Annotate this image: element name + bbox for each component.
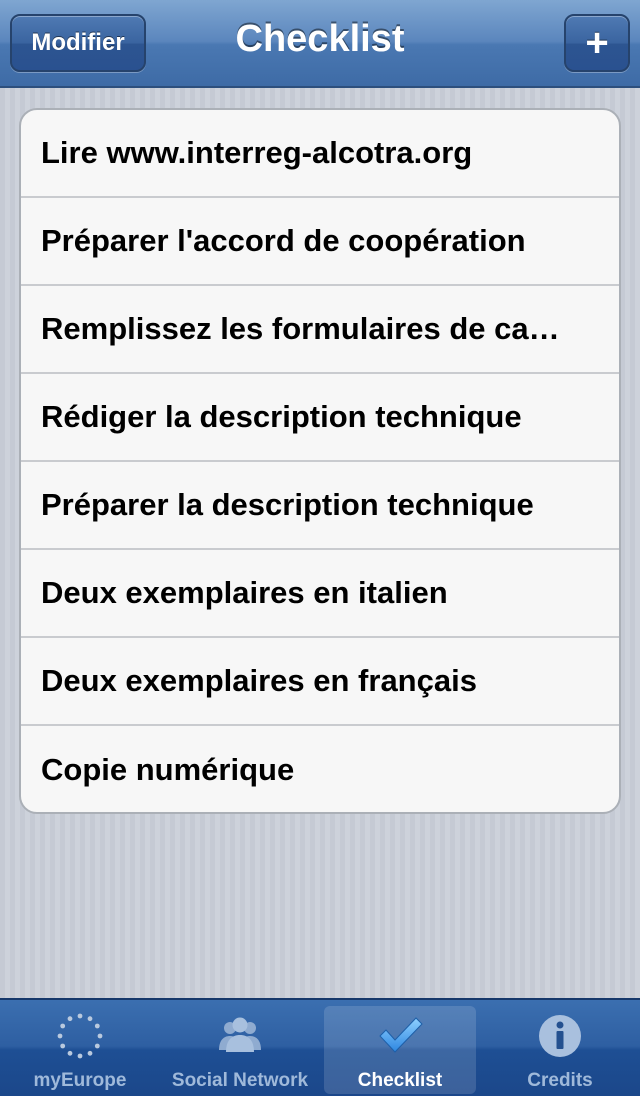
list-item[interactable]: Remplissez les formulaires de candidatur… <box>21 286 619 374</box>
tab-checklist[interactable]: Checklist <box>324 1006 476 1094</box>
list-item-label: Deux exemplaires en français <box>41 663 477 698</box>
tab-label: Checklist <box>357 1070 443 1091</box>
list-item[interactable]: Préparer l'accord de coopération <box>21 198 619 286</box>
people-icon <box>219 1017 261 1052</box>
checkmark-icon <box>379 1017 423 1053</box>
list-item-label: Copie numérique <box>41 752 295 787</box>
list-item[interactable]: Lire www.interreg-alcotra.org <box>21 110 619 198</box>
list-item-label: Rédiger la description technique <box>41 399 522 434</box>
eu-stars-icon <box>57 1013 103 1059</box>
list-item[interactable]: Copie numérique <box>21 726 619 812</box>
tab-credits[interactable]: Credits <box>484 1006 636 1094</box>
tab-social-network[interactable]: Social Network <box>164 1006 316 1094</box>
list-item-label: Remplissez les formulaires de candidatur… <box>41 311 561 346</box>
tab-label: Social Network <box>171 1070 309 1091</box>
list-item[interactable]: Deux exemplaires en italien <box>21 550 619 638</box>
list-item[interactable]: Préparer la description technique <box>21 462 619 550</box>
tab-myeurope[interactable]: myEurope <box>4 1006 156 1094</box>
list-item[interactable]: Deux exemplaires en français <box>21 638 619 726</box>
list-item[interactable]: Rédiger la description technique <box>21 374 619 462</box>
list-item-label: Préparer la description technique <box>41 487 534 522</box>
navigation-bar: Modifier Checklist + <box>0 0 640 88</box>
tab-bar: myEurope Social Network Checklist Credit… <box>0 998 640 1096</box>
list-item-label: Préparer l'accord de coopération <box>41 223 526 258</box>
tab-label: myEurope <box>33 1070 127 1091</box>
list-item-label: Deux exemplaires en italien <box>41 575 448 610</box>
add-button[interactable]: + <box>564 14 630 72</box>
page-title: Checklist <box>235 18 405 60</box>
plus-icon: + <box>585 21 609 65</box>
checklist-table: Lire www.interreg-alcotra.org Préparer l… <box>19 108 621 814</box>
list-item-label: Lire www.interreg-alcotra.org <box>41 135 473 170</box>
tab-label: Credits <box>527 1070 593 1091</box>
info-icon <box>539 1015 581 1057</box>
